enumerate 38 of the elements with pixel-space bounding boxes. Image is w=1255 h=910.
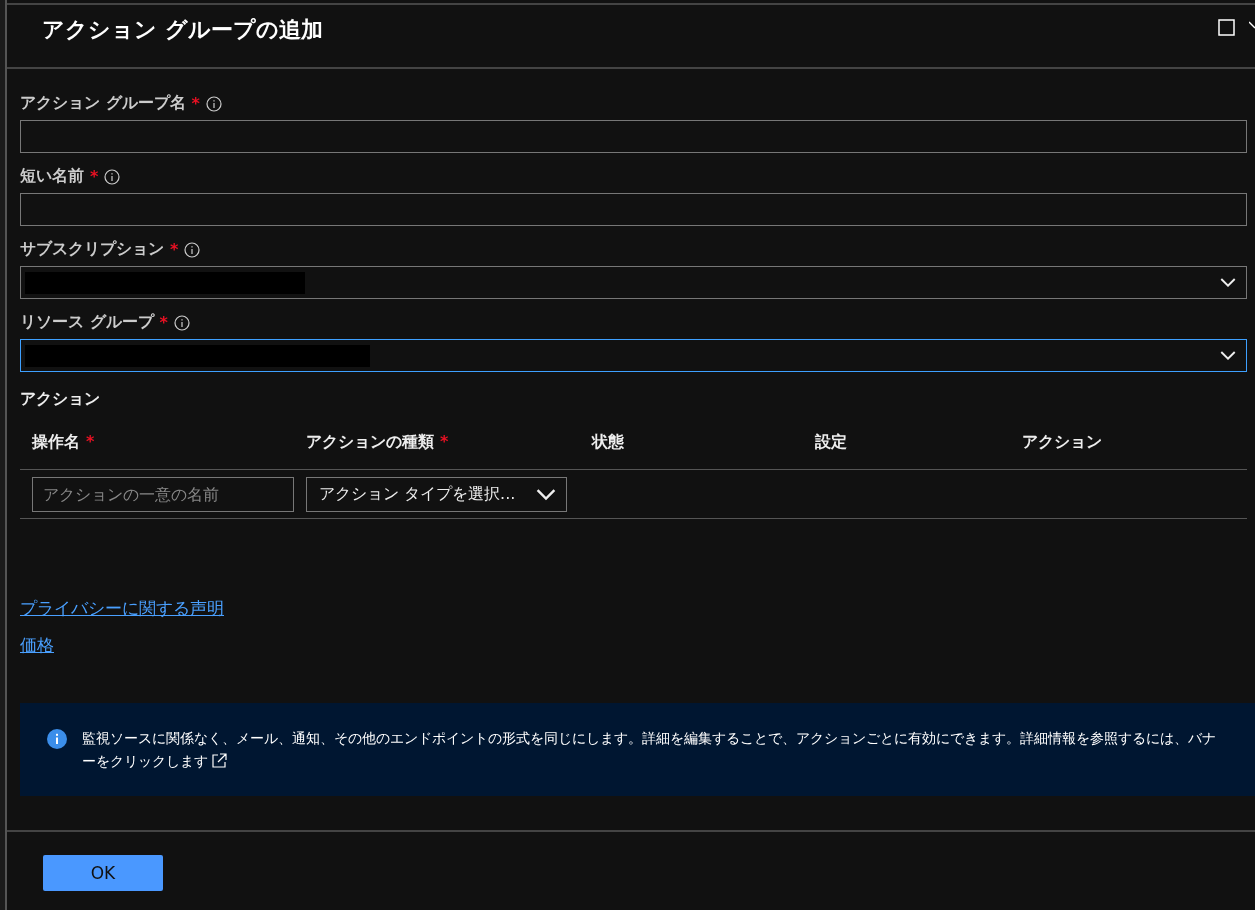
info-banner[interactable]: 監視ソースに関係なく、メール、通知、その他のエンドポイントの形式を同じにします。詳細を編集することで、アクションごとに有効にできます。詳細情報を参照するには、バナーをクリックします [20, 703, 1255, 796]
info-icon[interactable] [173, 314, 190, 331]
text-field[interactable] [20, 120, 1247, 153]
field-label: リソース グループ [20, 312, 154, 333]
info-icon[interactable] [104, 168, 121, 185]
required-mark: * [159, 313, 168, 332]
action-name-field[interactable]: アクションの一意の名前 [32, 477, 294, 512]
chevron-down-icon [1220, 350, 1236, 361]
required-mark: * [170, 240, 179, 259]
dropdown-field[interactable] [20, 266, 1247, 299]
dropdown-field[interactable] [20, 339, 1247, 372]
section-heading: アクション [20, 389, 101, 410]
required-mark: * [191, 94, 200, 113]
text-field[interactable] [20, 193, 1247, 226]
field-label: アクション グループ名 [20, 93, 186, 114]
external-link-icon [212, 753, 228, 768]
maximize-icon[interactable] [1218, 19, 1235, 36]
action-type-dropdown[interactable]: アクション タイプを選択... [306, 477, 567, 512]
field-label: 短い名前 [20, 166, 84, 187]
link[interactable]: 価格 [20, 634, 54, 657]
chevron-down-icon [1220, 277, 1236, 288]
field-label: サブスクリプション [20, 239, 164, 260]
column-header: アクションの種類 [306, 432, 434, 453]
required-mark: * [90, 167, 99, 186]
info-icon [47, 729, 67, 749]
info-icon[interactable] [184, 241, 201, 258]
banner-text: 監視ソースに関係なく、メール、通知、その他のエンドポイントの形式を同じにします。詳細を編集することで、アクションごとに有効にできます。詳細情報を参照するには、バナーをクリックします [82, 729, 1217, 771]
column-header: 設定 [815, 432, 847, 453]
required-mark: * [86, 432, 95, 453]
column-header: アクション [1022, 432, 1102, 453]
ok-button[interactable]: OK [43, 855, 163, 891]
link[interactable]: プライバシーに関する声明 [20, 597, 224, 620]
info-icon[interactable] [205, 95, 222, 112]
column-header: 操作名 [32, 432, 80, 453]
chevron-down-icon [536, 488, 556, 501]
required-mark: * [440, 432, 449, 453]
panel-title: アクション グループの追加 [42, 16, 323, 44]
column-header: 状態 [592, 432, 624, 453]
